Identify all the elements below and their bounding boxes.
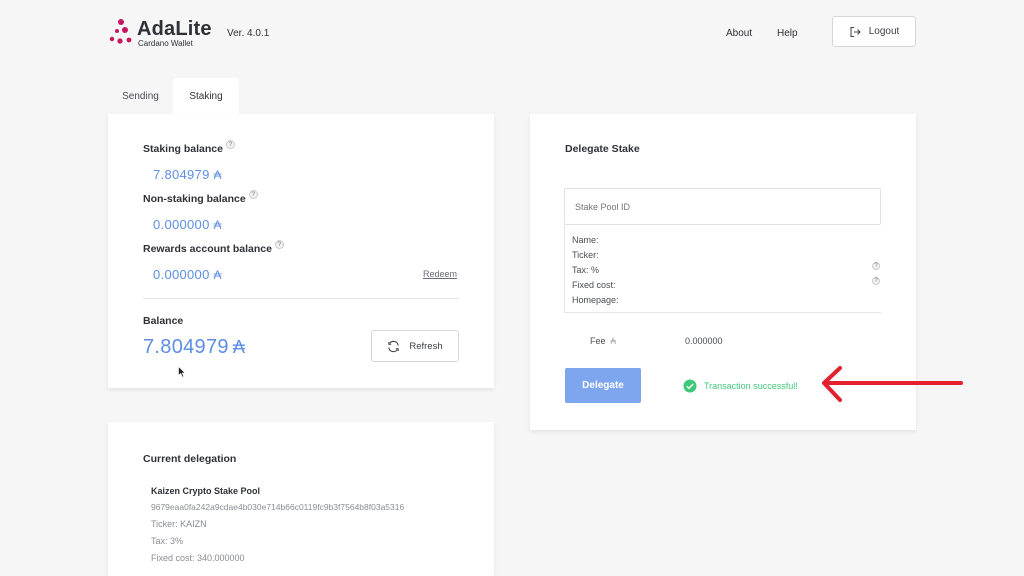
check-circle-icon [683, 379, 697, 393]
pool-ticker-field: Ticker: [572, 250, 599, 260]
delegate-stake-title: Delegate Stake [565, 143, 640, 155]
pool-name-field: Name: [572, 235, 599, 245]
redeem-link[interactable]: Redeem [423, 269, 457, 279]
delegated-pool-fixed-cost: Fixed cost: 340.000000 [151, 553, 245, 563]
refresh-label: Refresh [409, 340, 443, 352]
cursor-pointer-icon [178, 366, 186, 378]
version-label: Ver. 4.0.1 [227, 28, 270, 39]
tab-staking[interactable]: Staking [173, 78, 239, 114]
help-icon[interactable]: ? [872, 277, 880, 285]
non-staking-balance-label: Non-staking balance? [143, 190, 258, 205]
ada-symbol-icon: ₳ [213, 269, 222, 282]
logout-button[interactable]: Logout [832, 16, 916, 47]
current-delegation-title: Current delegation [143, 453, 237, 465]
logout-label: Logout [868, 26, 900, 37]
delegated-pool-ticker: Ticker: KAIZN [151, 519, 207, 529]
red-arrow-annotation [822, 366, 963, 402]
tab-staking-label: Staking [189, 90, 223, 102]
refresh-icon [388, 340, 400, 352]
adalite-logo[interactable]: AdaLite Cardano Wallet [108, 18, 228, 48]
balances-card: Staking balance? 7.804979 ₳ Non-staking b… [108, 114, 494, 388]
ada-symbol-icon: ₳ [213, 219, 222, 232]
non-staking-balance-value: 0.000000 ₳ [153, 217, 222, 232]
transaction-status-text: Transaction successful! [704, 381, 798, 391]
tab-sending-label: Sending [122, 90, 159, 102]
transaction-status: Transaction successful! [683, 379, 798, 393]
logo-title: AdaLite [137, 18, 212, 40]
rewards-balance-value: 0.000000 ₳ [153, 267, 222, 282]
delegated-pool-id: 9679eaa0fa242a9cdae4b030e714b66c0119fc9b… [151, 502, 405, 512]
help-icon[interactable]: ? [274, 240, 284, 249]
rewards-balance-label: Rewards account balance? [143, 240, 284, 255]
ada-symbol-icon: ₳ [232, 337, 246, 357]
pool-homepage-field: Homepage: [572, 295, 619, 305]
nav-about-link[interactable]: About [726, 28, 752, 39]
fee-value: 0.000000 [685, 336, 723, 346]
pool-tax-field: Tax: % [572, 265, 600, 275]
refresh-button[interactable]: Refresh [371, 330, 459, 362]
help-icon[interactable]: ? [248, 190, 258, 199]
current-delegation-card: Current delegation Kaizen Crypto Stake P… [108, 422, 494, 576]
logout-icon [850, 26, 861, 37]
nav-help-link[interactable]: Help [777, 28, 798, 39]
stake-pool-id-input[interactable] [564, 188, 881, 225]
help-icon[interactable]: ? [872, 262, 880, 270]
pool-fixed-cost-field: Fixed cost: [572, 280, 616, 290]
staking-balance-value: 7.804979 ₳ [153, 167, 222, 182]
ada-symbol-icon: ₳ [213, 169, 222, 182]
tab-sending[interactable]: Sending [108, 78, 173, 114]
help-icon[interactable]: ? [225, 140, 235, 149]
delegated-pool-tax: Tax: 3% [151, 536, 184, 546]
staking-balance-label: Staking balance? [143, 140, 235, 155]
ada-symbol-icon: ₳ [610, 337, 616, 346]
delegate-button[interactable]: Delegate [565, 368, 641, 403]
logo-dots-icon [109, 19, 132, 44]
divider [143, 298, 459, 299]
delegate-button-label: Delegate [582, 380, 624, 391]
balance-label: Balance [143, 315, 184, 327]
fee-label: Fee ₳ [590, 336, 616, 346]
total-balance-value: 7.804979 ₳ [143, 336, 246, 358]
delegated-pool-name: Kaizen Crypto Stake Pool [151, 486, 261, 496]
logo-subtitle: Cardano Wallet [138, 39, 193, 48]
